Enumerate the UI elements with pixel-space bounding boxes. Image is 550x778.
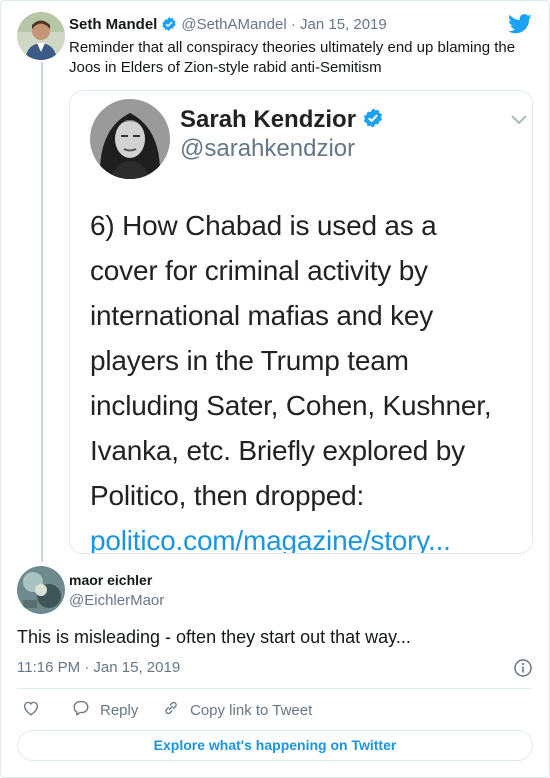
quoted-link: politico.com/magazine/story...	[90, 525, 451, 554]
chevron-down-icon	[510, 113, 528, 131]
quoted-line: 6) How Chabad is used as a	[90, 210, 437, 241]
twitter-bird-icon[interactable]	[508, 14, 532, 39]
quoted-line: players in the Trump team	[90, 345, 409, 376]
parent-header: Seth Mandel @SethAMandel · Jan 15, 2019	[69, 16, 387, 36]
dot-separator: ·	[290, 16, 296, 33]
reply-button[interactable]: Reply	[72, 699, 138, 721]
explore-twitter-button[interactable]: Explore what's happening on Twitter	[17, 730, 533, 761]
divider	[17, 688, 531, 689]
quoted-line: cover for criminal activity by	[90, 255, 428, 286]
quoted-line: Ivanka, etc. Briefly explored by	[90, 435, 465, 466]
info-icon[interactable]	[514, 659, 532, 682]
reply-icon	[72, 699, 90, 721]
reply-tweet-text: This is misleading - often they start ou…	[17, 627, 411, 647]
quoted-tweet-text: 6) How Chabad is used as a cover for cri…	[90, 203, 530, 554]
copy-link-label: Copy link to Tweet	[190, 701, 313, 719]
quoted-author-name: Sarah Kendzior	[180, 106, 388, 136]
quoted-line: international mafias and key	[90, 300, 434, 331]
quoted-line: Politico, then dropped:	[90, 480, 365, 511]
quoted-line: including Sater, Cohen, Kushner,	[90, 390, 492, 421]
copy-link-button[interactable]: Copy link to Tweet	[162, 699, 312, 721]
verified-badge-icon	[362, 107, 384, 136]
reply-author-handle[interactable]: @EichlerMaor	[69, 592, 164, 609]
verified-badge-icon	[161, 16, 177, 36]
reply-timestamp[interactable]: 11:16 PM · Jan 15, 2019	[17, 659, 180, 676]
parent-tweet-text: Reminder that all conspiracy theories ul…	[69, 39, 516, 76]
thread-line	[41, 62, 43, 562]
seth-mandel-avatar[interactable]	[17, 12, 65, 60]
tweet-date[interactable]: Jan 15, 2019	[300, 16, 387, 33]
quoted-tweet-image[interactable]: Sarah Kendzior @sarahkendzior 6) How Cha…	[69, 90, 533, 554]
reply-author-name[interactable]: maor eichler	[69, 572, 152, 588]
author-name[interactable]: Seth Mandel	[69, 16, 157, 33]
quoted-author-handle: @sarahkendzior	[180, 135, 356, 162]
quoted-author-name-text: Sarah Kendzior	[180, 106, 357, 133]
like-button[interactable]	[22, 699, 40, 721]
sarah-kendzior-avatar	[90, 99, 170, 179]
heart-icon	[22, 699, 40, 721]
maor-eichler-avatar[interactable]	[17, 566, 65, 614]
link-icon	[162, 699, 180, 721]
author-handle[interactable]: @SethAMandel	[181, 16, 286, 33]
reply-label: Reply	[100, 701, 139, 719]
